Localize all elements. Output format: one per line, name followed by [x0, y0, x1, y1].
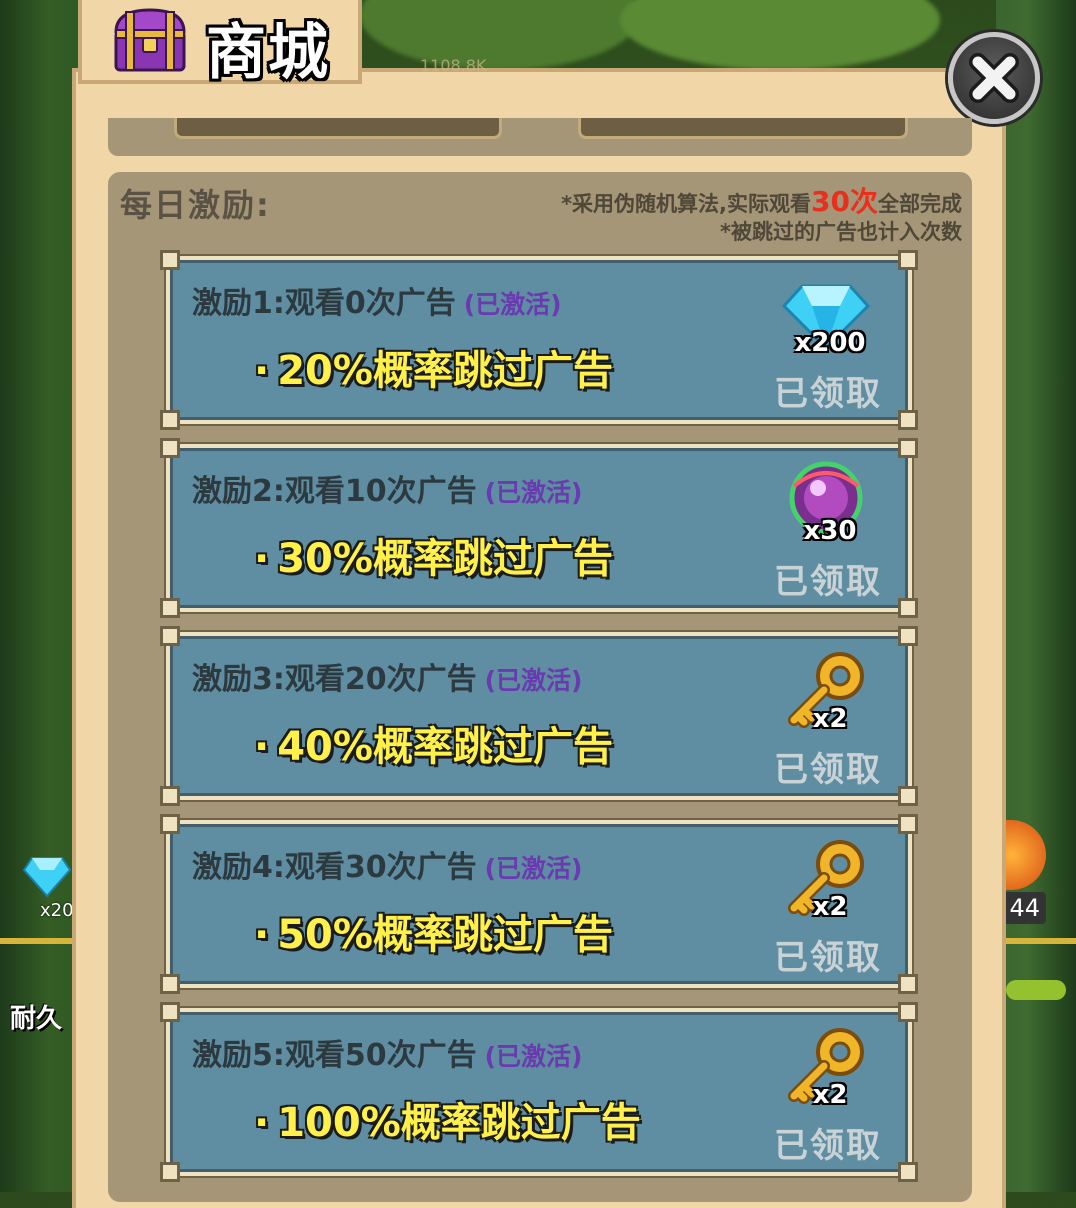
background-green-bar [1006, 980, 1066, 1000]
section-title: 每日激励: [120, 186, 271, 224]
reward-count: x2 [812, 704, 848, 734]
diamond-icon [22, 857, 72, 898]
card-benefit: · 100%概率跳过广告 [254, 1090, 641, 1148]
card-heading: 激励3:观看20次广告 (已激活) [192, 654, 582, 698]
card-corner [898, 626, 918, 646]
background-tree [360, 0, 640, 70]
card-heading: 激励2:观看10次广告 (已激活) [192, 466, 582, 510]
right-counter: 44 [1003, 892, 1046, 924]
card-corner [898, 410, 918, 430]
card-title: 激励5:观看50次广告 [192, 1038, 477, 1073]
card-heading: 激励5:观看50次广告 (已激活) [192, 1030, 582, 1074]
card-benefit: · 50%概率跳过广告 [254, 902, 613, 960]
card-corner [160, 410, 180, 430]
previous-section-strip [108, 118, 972, 156]
card-title: 激励2:观看10次广告 [192, 474, 477, 509]
card-corner [160, 974, 180, 994]
reward-count: x30 [803, 516, 857, 546]
card-title: 激励4:观看30次广告 [192, 850, 477, 885]
bullet-dot: · [254, 1100, 270, 1146]
background-right-foliage [996, 0, 1076, 1192]
note-line-1: *采用伪随机算法,实际观看30次全部完成 [561, 180, 962, 220]
card-corner [160, 598, 180, 618]
card-corner [160, 1002, 180, 1022]
incentive-card: 激励2:观看10次广告 (已激活) · 30%概率跳过广告 x30 已领取 [160, 438, 918, 618]
reward-count: x2 [812, 1080, 848, 1110]
card-corner [160, 626, 180, 646]
reward-count: x2 [812, 892, 848, 922]
card-title: 激励3:观看20次广告 [192, 662, 477, 697]
incentive-card: 激励5:观看50次广告 (已激活) · 100%概率跳过广告 x2 已领取 [160, 1002, 918, 1182]
card-benefit: · 30%概率跳过广告 [254, 526, 613, 584]
previous-item-left[interactable] [174, 118, 502, 139]
card-corner [898, 786, 918, 806]
incentive-card: 激励3:观看20次广告 (已激活) · 40%概率跳过广告 x2 已领取 [160, 626, 918, 806]
faint-number: 1108.8K [420, 56, 487, 75]
shop-title-tab: 商城 [78, 0, 362, 88]
gem-count: x20 [40, 900, 74, 921]
activated-state: (已激活) [484, 666, 583, 695]
close-button[interactable] [948, 32, 1040, 124]
card-corner [898, 1002, 918, 1022]
card-corner [160, 786, 180, 806]
claimed-status[interactable]: 已领取 [774, 1118, 882, 1167]
benefit-text: 50%概率跳过广告 [277, 912, 613, 958]
bullet-dot: · [254, 536, 270, 582]
card-corner [898, 974, 918, 994]
card-corner [898, 438, 918, 458]
note-prefix: *采用伪随机算法,实际观看 [561, 192, 812, 216]
claimed-status[interactable]: 已领取 [774, 930, 882, 979]
card-title: 激励1:观看0次广告 [192, 286, 456, 321]
shop-title: 商城 [206, 18, 330, 88]
background-tree [620, 0, 940, 70]
card-corner [898, 250, 918, 270]
close-icon [969, 53, 1019, 103]
note-highlight: 30次 [811, 185, 878, 218]
card-corner [160, 438, 180, 458]
claimed-status[interactable]: 已领取 [774, 554, 882, 603]
bullet-dot: · [254, 912, 270, 958]
activated-state: (已激活) [463, 290, 562, 319]
card-corner [898, 598, 918, 618]
claimed-status[interactable]: 已领取 [774, 742, 882, 791]
card-corner [160, 250, 180, 270]
bullet-dot: · [254, 724, 270, 770]
card-heading: 激励4:观看30次广告 (已激活) [192, 842, 582, 886]
card-benefit: · 40%概率跳过广告 [254, 714, 613, 772]
activated-state: (已激活) [484, 1042, 583, 1071]
bullet-dot: · [254, 348, 270, 394]
benefit-text: 30%概率跳过广告 [277, 536, 613, 582]
reward-count: x200 [794, 328, 866, 358]
incentive-card: 激励4:观看30次广告 (已激活) · 50%概率跳过广告 x2 已领取 [160, 814, 918, 994]
card-corner [160, 814, 180, 834]
benefit-text: 20%概率跳过广告 [277, 348, 613, 394]
benefit-text: 100%概率跳过广告 [277, 1100, 641, 1146]
card-heading: 激励1:观看0次广告 (已激活) [192, 278, 562, 322]
card-benefit: · 20%概率跳过广告 [254, 338, 613, 396]
claimed-status[interactable]: 已领取 [774, 366, 882, 415]
note-suffix: 全部完成 [878, 192, 962, 216]
previous-item-right[interactable] [578, 118, 908, 139]
durability-label: 耐久 [10, 1004, 63, 1034]
note-line-2: *被跳过的广告也计入次数 [720, 220, 962, 244]
card-corner [160, 1162, 180, 1182]
treasure-chest-icon [114, 8, 186, 72]
activated-state: (已激活) [484, 478, 583, 507]
incentive-card: 激励1:观看0次广告 (已激活) · 20%概率跳过广告 x200 已领取 [160, 250, 918, 430]
benefit-text: 40%概率跳过广告 [277, 724, 613, 770]
card-corner [898, 814, 918, 834]
activated-state: (已激活) [484, 854, 583, 883]
card-corner [898, 1162, 918, 1182]
